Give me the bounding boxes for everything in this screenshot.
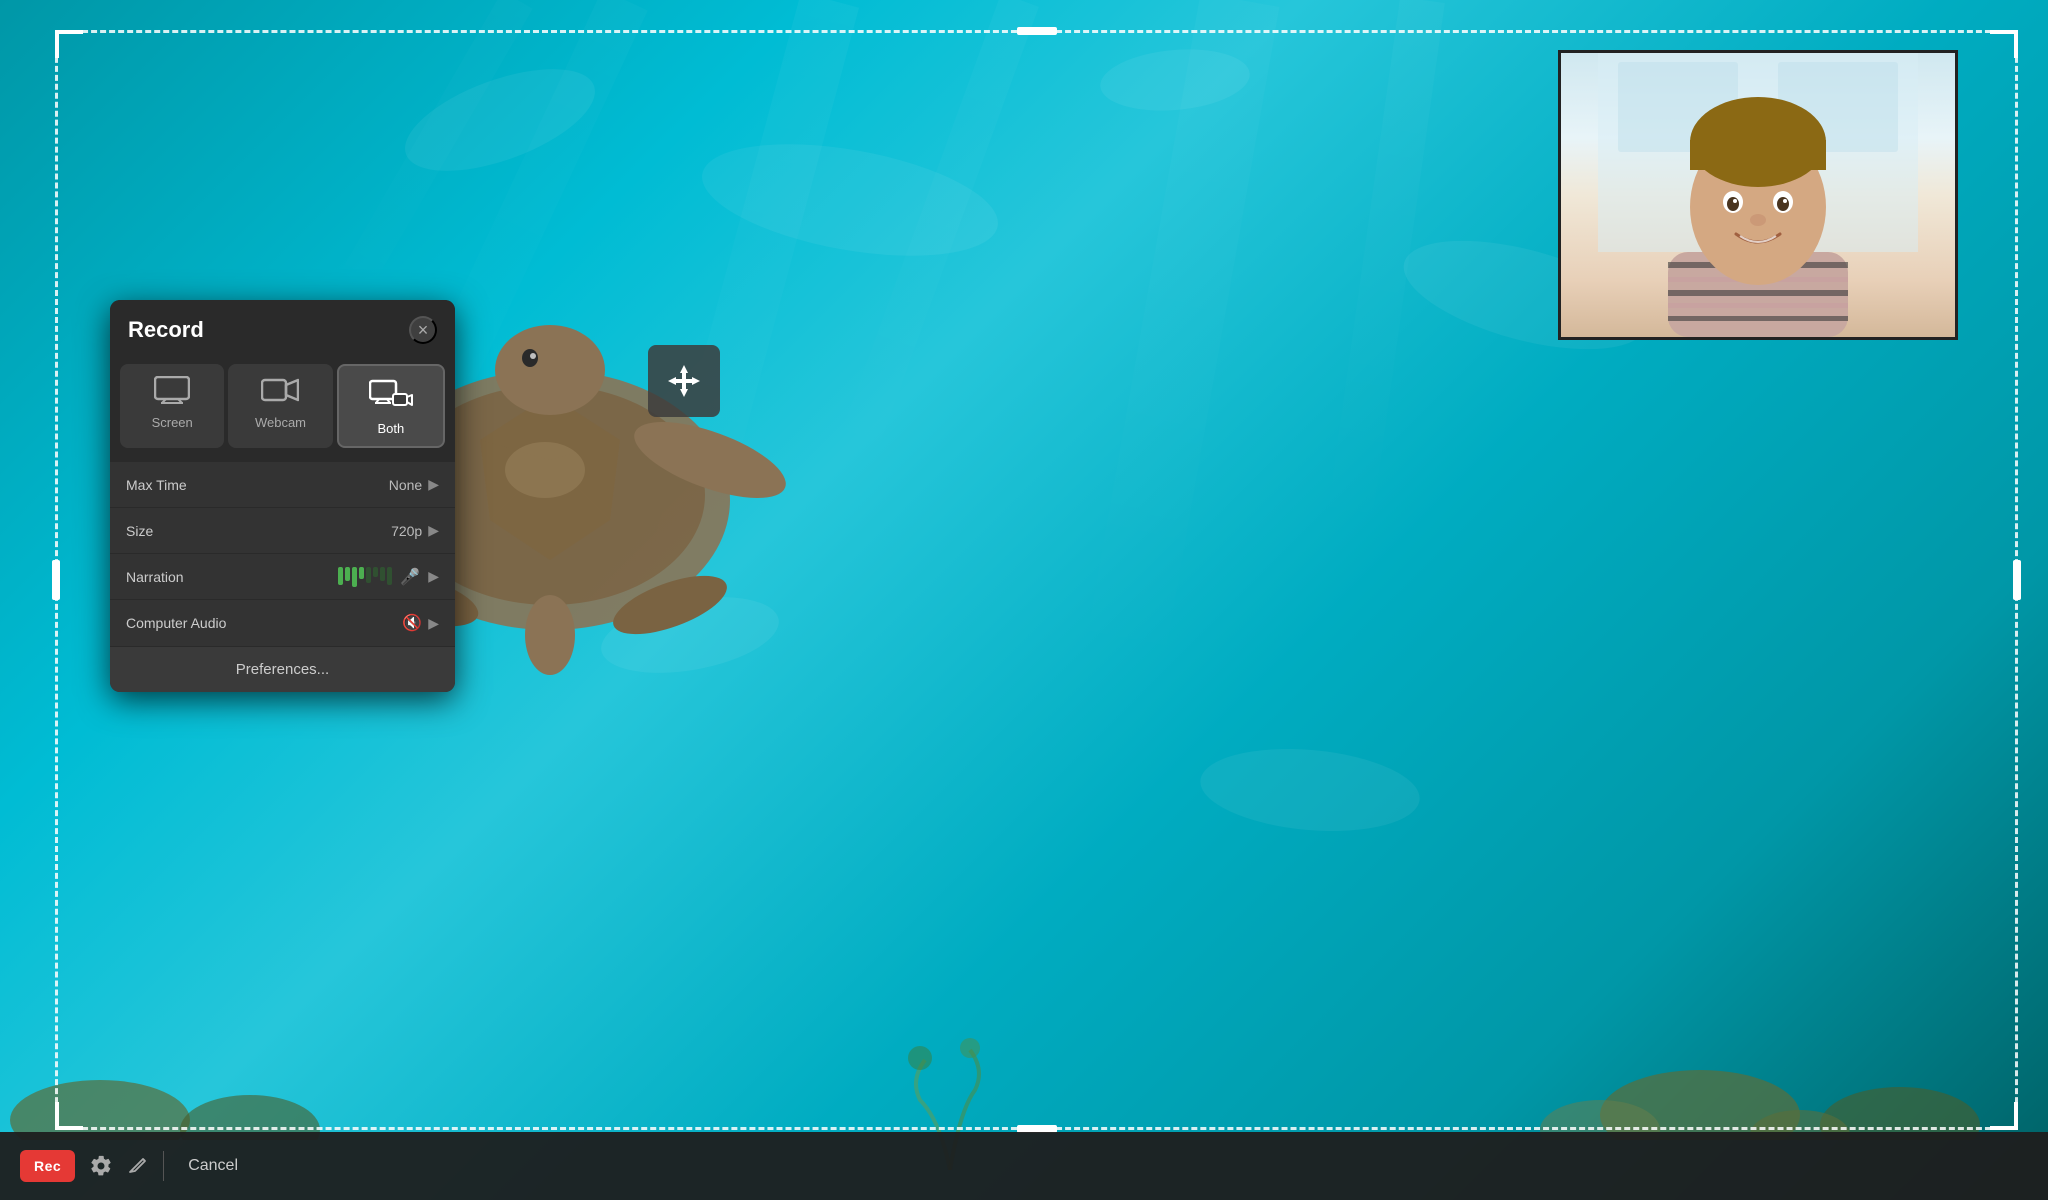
- move-handle[interactable]: [648, 345, 720, 417]
- mode-buttons-group: Screen Webcam: [110, 356, 455, 462]
- settings-section: Max Time None ▶ Size 720p ▶ Narration 🎤: [110, 462, 455, 646]
- audio-muted-indicator: 🔇: [402, 613, 422, 633]
- meter-bar-7: [380, 567, 385, 581]
- narration-label: Narration: [126, 569, 338, 585]
- size-label: Size: [126, 523, 391, 539]
- narration-row[interactable]: Narration 🎤 ▶: [110, 554, 455, 600]
- pencil-button[interactable]: [127, 1155, 149, 1177]
- webcam-preview: [1558, 50, 1958, 340]
- max-time-arrow: ▶: [428, 476, 439, 493]
- cancel-button[interactable]: Cancel: [178, 1151, 248, 1181]
- webcam-icon: [261, 376, 299, 409]
- gear-button[interactable]: [89, 1154, 113, 1178]
- webcam-person: [1598, 52, 1918, 337]
- pencil-icon: [127, 1155, 149, 1177]
- narration-arrow: ▶: [428, 568, 439, 585]
- panel-header: Record ×: [110, 300, 455, 356]
- meter-bar-3: [352, 567, 357, 587]
- both-icon: [369, 378, 413, 415]
- meter-bar-2: [345, 567, 350, 581]
- size-row[interactable]: Size 720p ▶: [110, 508, 455, 554]
- meter-bar-8: [387, 567, 392, 585]
- bottom-toolbar: Rec Cancel: [0, 1132, 2048, 1200]
- screen-label: Screen: [152, 415, 193, 430]
- rec-button[interactable]: Rec: [20, 1150, 75, 1182]
- meter-bar-1: [338, 567, 343, 585]
- meter-bar-6: [373, 567, 378, 577]
- mic-icon: 🎤: [400, 567, 420, 587]
- panel-title: Record: [128, 317, 204, 343]
- narration-meter: [338, 567, 392, 587]
- webcam-label: Webcam: [255, 415, 306, 430]
- toolbar-divider: [163, 1151, 164, 1181]
- gear-icon: [89, 1154, 113, 1178]
- size-value: 720p: [391, 523, 422, 539]
- mode-screen-button[interactable]: Screen: [120, 364, 224, 448]
- speaker-icon: 🔇: [402, 613, 422, 633]
- screen-icon: [154, 376, 190, 409]
- mode-webcam-button[interactable]: Webcam: [228, 364, 332, 448]
- computer-audio-label: Computer Audio: [126, 615, 402, 631]
- meter-bar-5: [366, 567, 371, 583]
- close-button[interactable]: ×: [409, 316, 437, 344]
- record-panel: Record × Screen We: [110, 300, 455, 692]
- max-time-value: None: [389, 477, 422, 493]
- move-icon: [666, 363, 702, 399]
- mode-both-button[interactable]: Both: [337, 364, 445, 448]
- meter-bar-4: [359, 567, 364, 579]
- max-time-row[interactable]: Max Time None ▶: [110, 462, 455, 508]
- preferences-button[interactable]: Preferences...: [110, 646, 455, 692]
- computer-audio-row[interactable]: Computer Audio 🔇 ▶: [110, 600, 455, 646]
- max-time-label: Max Time: [126, 477, 389, 493]
- both-label: Both: [377, 421, 404, 436]
- size-arrow: ▶: [428, 522, 439, 539]
- computer-audio-arrow: ▶: [428, 615, 439, 632]
